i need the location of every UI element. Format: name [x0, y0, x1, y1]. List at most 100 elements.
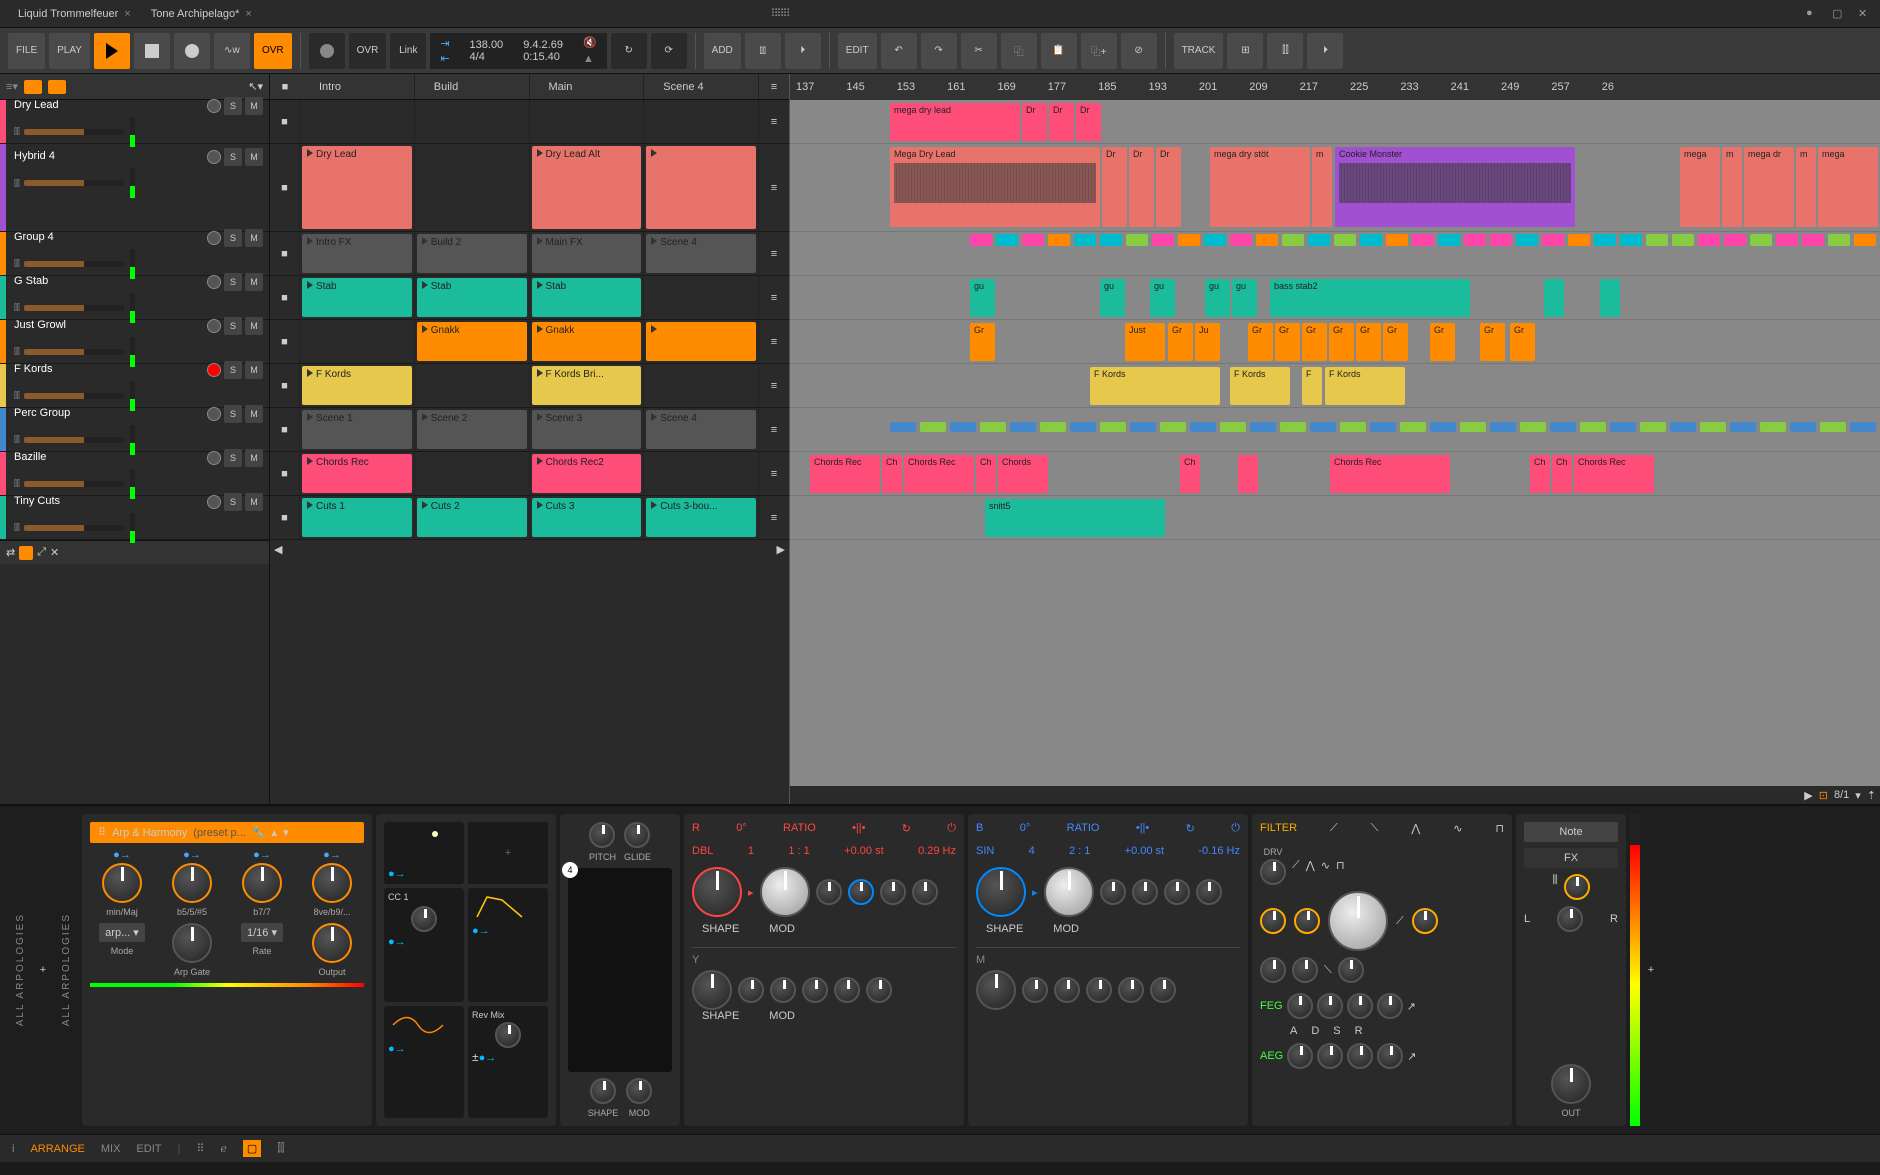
- arrange-clip[interactable]: [1152, 234, 1174, 246]
- output-knob[interactable]: [312, 923, 352, 963]
- arrange-clip[interactable]: m: [1722, 147, 1742, 227]
- clip[interactable]: Cuts 2: [417, 498, 527, 537]
- filter-param-knob[interactable]: [1260, 957, 1286, 983]
- filter-param-knob[interactable]: [1260, 908, 1286, 934]
- arrange-clip[interactable]: [1126, 234, 1148, 246]
- wrench-icon[interactable]: 🔧: [252, 826, 266, 839]
- arrange-clip[interactable]: Gr: [1356, 323, 1381, 361]
- arrange-clip[interactable]: [1464, 234, 1486, 246]
- footer-icon-2[interactable]: ⤢: [37, 546, 46, 559]
- clip[interactable]: Cuts 1: [302, 498, 412, 537]
- arrange-clip[interactable]: m: [1312, 147, 1332, 227]
- arrange-clip[interactable]: [1672, 234, 1694, 246]
- arrange-clip[interactable]: bass stab2: [1270, 279, 1470, 317]
- panel-icon-2[interactable]: ℯ: [220, 1142, 227, 1155]
- automation-write-button[interactable]: ∿w: [214, 33, 250, 69]
- waveform-display[interactable]: 4: [568, 868, 672, 1072]
- track-header[interactable]: Bazille S M ⫿⫿: [0, 452, 269, 496]
- time-signature[interactable]: 4/4: [470, 51, 504, 63]
- fx-tab[interactable]: FX: [1524, 848, 1618, 868]
- clip[interactable]: Stab: [417, 278, 527, 317]
- aeg-a-knob[interactable]: [1287, 1043, 1313, 1069]
- mute-button[interactable]: M: [245, 361, 263, 379]
- arrange-clip[interactable]: Ch: [1180, 455, 1200, 493]
- shape-knob[interactable]: [590, 1078, 616, 1104]
- add-track-icon[interactable]: ⫾⫾: [745, 33, 781, 69]
- delete-button[interactable]: ⊘: [1121, 33, 1157, 69]
- info-icon[interactable]: i: [12, 1143, 14, 1155]
- filter-type-icon[interactable]: ⟍: [1371, 822, 1379, 835]
- rev-mix-mod[interactable]: Rev Mix±●→: [468, 1006, 548, 1118]
- fit-icon[interactable]: ⊡: [1819, 789, 1828, 802]
- aeg-s-knob[interactable]: [1347, 1043, 1373, 1069]
- clip[interactable]: Cuts 3-bou...: [646, 498, 756, 537]
- stop-clip-icon[interactable]: ■: [270, 364, 300, 407]
- osc-shape-knob[interactable]: [692, 867, 742, 917]
- empty-clip-slot[interactable]: [644, 452, 759, 495]
- arrange-clip[interactable]: [1130, 422, 1156, 432]
- arrange-clip[interactable]: gu: [1232, 279, 1257, 317]
- arrange-clip[interactable]: [996, 234, 1018, 246]
- glide-knob[interactable]: [624, 822, 650, 848]
- arrange-clip[interactable]: Just: [1125, 323, 1165, 361]
- envelope-mod[interactable]: ●→: [468, 888, 548, 1002]
- row-menu-icon[interactable]: ≡: [759, 320, 789, 363]
- note-tab[interactable]: Note: [1524, 822, 1618, 842]
- y-param-knob[interactable]: [770, 977, 796, 1003]
- arrange-clip[interactable]: Gr: [1510, 323, 1535, 361]
- add-button[interactable]: ADD: [704, 33, 741, 69]
- arrange-clip[interactable]: [1750, 234, 1772, 246]
- arrange-clip[interactable]: Ch: [882, 455, 902, 493]
- arrange-clip[interactable]: [1334, 234, 1356, 246]
- arrange-clip[interactable]: [1730, 422, 1756, 432]
- arrange-clip[interactable]: Gr: [1275, 323, 1300, 361]
- lfo-mod[interactable]: ●→: [384, 1006, 464, 1118]
- zoom-reset-icon[interactable]: ⇡: [1867, 789, 1876, 802]
- record-arm-button[interactable]: [207, 495, 221, 509]
- arrange-clip[interactable]: mega dr: [1744, 147, 1794, 227]
- position-bars[interactable]: 9.4.2.69: [523, 39, 563, 51]
- power-icon[interactable]: ⏻: [947, 822, 956, 835]
- clip-launcher-record-button[interactable]: [309, 33, 345, 69]
- record-arm-button[interactable]: [207, 231, 221, 245]
- solo-button[interactable]: S: [224, 97, 242, 115]
- solo-button[interactable]: S: [224, 229, 242, 247]
- empty-clip-slot[interactable]: [415, 100, 530, 143]
- horizontal-scrollbar[interactable]: ◀▶: [270, 540, 789, 558]
- mute-button[interactable]: M: [245, 405, 263, 423]
- stop-clip-icon[interactable]: ■: [270, 144, 300, 231]
- m-param-knob[interactable]: [1118, 977, 1144, 1003]
- arrange-clip[interactable]: Ch: [1530, 455, 1550, 493]
- row-menu-icon[interactable]: ≡: [759, 364, 789, 407]
- device-header[interactable]: ⠿ Arp & Harmony (preset p... 🔧 ▴ ▾: [90, 822, 364, 843]
- close-icon[interactable]: ×: [245, 8, 251, 20]
- arrange-clip[interactable]: Dr: [1129, 147, 1154, 227]
- record-arm-button[interactable]: [207, 363, 221, 377]
- osc-param-knob[interactable]: [880, 879, 906, 905]
- record-arm-button[interactable]: [207, 275, 221, 289]
- arrange-clip[interactable]: [1280, 422, 1306, 432]
- aeg-d-knob[interactable]: [1317, 1043, 1343, 1069]
- arrange-clip[interactable]: [1074, 234, 1096, 246]
- arrange-clip[interactable]: [1100, 234, 1122, 246]
- arrange-clip[interactable]: Dr: [1049, 103, 1074, 141]
- arrange-clip[interactable]: [1048, 234, 1070, 246]
- volume-slider[interactable]: [24, 481, 124, 487]
- metronome-icon[interactable]: 🔇: [583, 36, 597, 49]
- clip-overdub-button[interactable]: OVR: [349, 33, 387, 69]
- row-menu-icon[interactable]: ≡: [759, 408, 789, 451]
- track-view-3-icon[interactable]: ⏵: [1307, 33, 1343, 69]
- arrange-clip[interactable]: [970, 234, 992, 246]
- clip[interactable]: Chords Rec2: [532, 454, 642, 493]
- arrange-clip[interactable]: [1516, 234, 1538, 246]
- empty-clip-slot[interactable]: [644, 364, 759, 407]
- clip[interactable]: Dry Lead Alt: [532, 146, 642, 229]
- arrange-clip[interactable]: Dr: [1156, 147, 1181, 227]
- stop-clip-icon[interactable]: ■: [270, 100, 300, 143]
- footer-icon-1[interactable]: ⇄: [6, 546, 15, 559]
- y-vol-knob[interactable]: [866, 977, 892, 1003]
- post-roll-icon[interactable]: ⇤: [440, 52, 449, 65]
- arrange-clip[interactable]: [1438, 234, 1460, 246]
- clip[interactable]: Scene 3: [532, 410, 642, 449]
- stop-clip-icon[interactable]: ■: [270, 496, 300, 539]
